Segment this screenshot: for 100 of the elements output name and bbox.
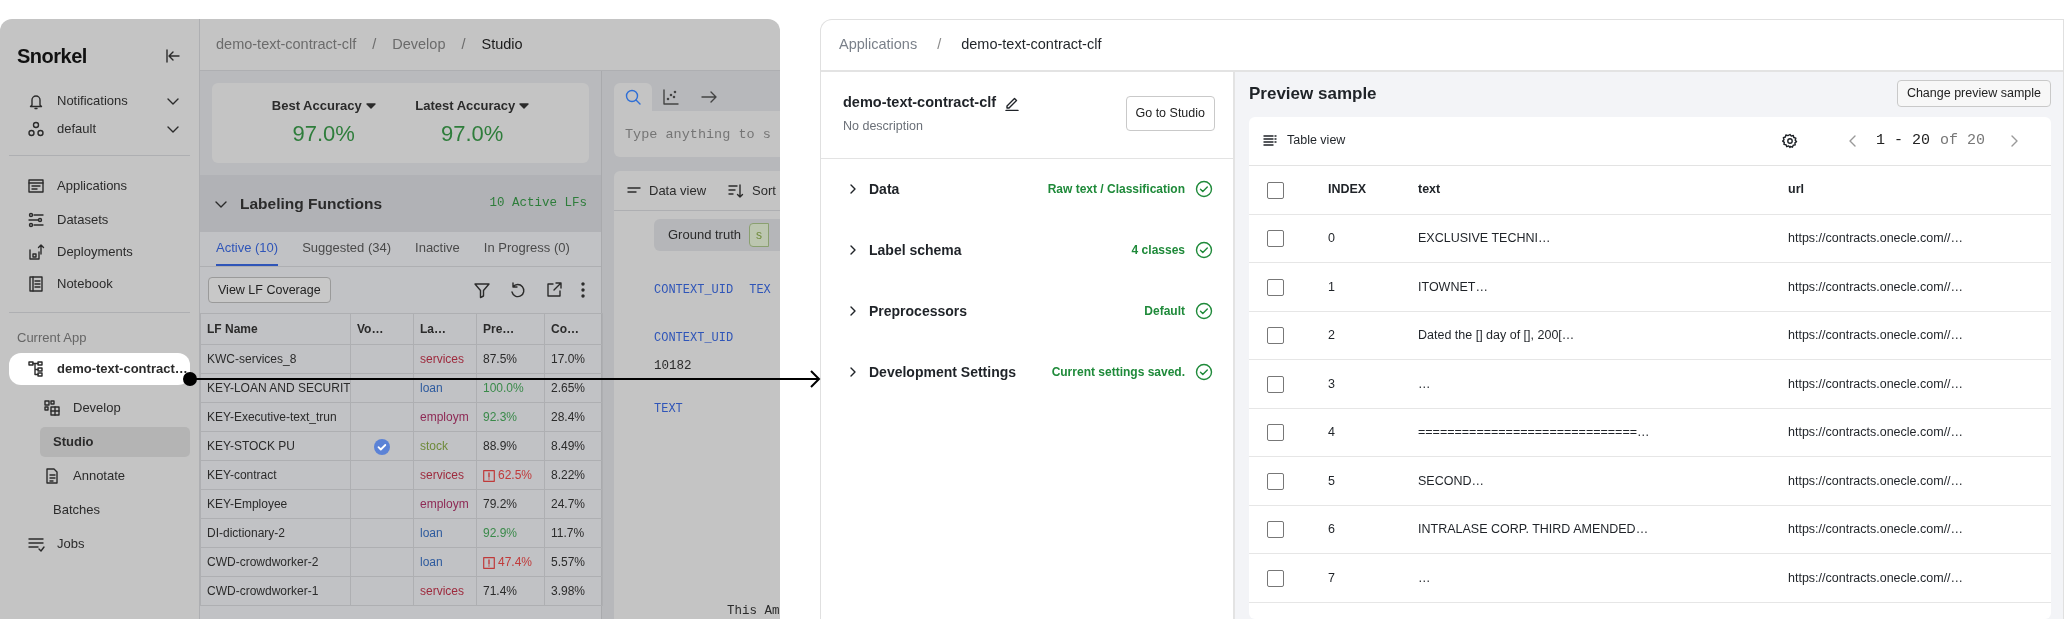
active-count: 10 Active LFs xyxy=(489,195,587,213)
table-cell: 28.4% xyxy=(544,402,603,432)
nav-item[interactable]: Notebook xyxy=(57,274,113,294)
coverage-button[interactable]: View LF Coverage xyxy=(208,276,331,304)
app-description: No description xyxy=(843,117,924,135)
notebook-icon xyxy=(27,275,45,293)
warning-icon xyxy=(483,469,495,482)
table-cell: KWC-services_8 xyxy=(200,344,351,374)
nav-item[interactable]: Applications xyxy=(57,176,128,196)
checkbox[interactable] xyxy=(1267,375,1284,393)
accordion-row[interactable]: Data Raw text / Classification xyxy=(821,158,1233,220)
checkbox[interactable] xyxy=(1267,278,1284,296)
stat-label[interactable]: Latest Accuracy xyxy=(415,95,516,116)
table-cell: ITOWNET… xyxy=(1406,262,1772,312)
nav-item[interactable]: Jobs xyxy=(57,534,85,554)
stat-label[interactable]: Best Accuracy xyxy=(271,95,362,116)
table-cell: 8.49% xyxy=(544,431,603,461)
chevron-right-icon xyxy=(2009,133,2019,148)
table-cell: EXCLUSIVE TECHNI… xyxy=(1406,214,1772,263)
table-cell: KEY-Employee xyxy=(200,489,351,519)
table-cell: … xyxy=(1406,359,1772,409)
go-to-studio-button[interactable]: Go to Studio xyxy=(1125,96,1215,132)
table-cell: 5 xyxy=(1311,456,1406,506)
table-cell: 3.98% xyxy=(544,576,603,606)
precision-value: 92.3% xyxy=(483,410,518,424)
column-header: text xyxy=(1406,165,1772,215)
tree-item[interactable]: Annotate xyxy=(73,466,126,486)
tab[interactable]: In Progress (0) xyxy=(483,232,570,266)
table-cell: CWD-crowdworker-2 xyxy=(200,547,351,577)
table-cell: 6 xyxy=(1311,505,1406,554)
accordion-row[interactable]: Development Settings Current settings saved. xyxy=(821,341,1233,403)
document-icon xyxy=(43,467,61,485)
panel-title: Labeling Functions xyxy=(240,193,383,214)
more-icon xyxy=(581,281,585,299)
table-cell: 7 xyxy=(1311,553,1406,603)
table-cell: https://contracts.onecle.com//… xyxy=(1772,359,2051,409)
circles-icon xyxy=(27,120,45,138)
bell-icon xyxy=(27,92,45,110)
label-tag: s xyxy=(749,223,769,247)
table-cell: 11.7% xyxy=(544,518,603,548)
menu-item[interactable]: Notifications xyxy=(57,91,154,111)
view-option[interactable]: Table view xyxy=(1287,131,1772,151)
checkbox[interactable] xyxy=(1267,181,1284,199)
table-cell: 17.0% xyxy=(544,344,603,374)
separator: / xyxy=(372,34,377,54)
checkbox[interactable] xyxy=(1267,472,1284,490)
section-label: Development Settings xyxy=(869,362,1018,382)
nav-item[interactable]: Datasets xyxy=(57,210,109,230)
section-label: Preprocessors xyxy=(869,301,969,321)
checkbox[interactable] xyxy=(1267,521,1284,539)
list-check-icon xyxy=(27,535,45,553)
accordion-row[interactable]: Preprocessors Default xyxy=(821,280,1233,342)
table-cell: https://contracts.onecle.com//… xyxy=(1772,214,2051,263)
column-header: INDEX xyxy=(1311,165,1406,215)
table-cell: 3 xyxy=(1311,359,1406,409)
dropdown-caret-icon xyxy=(519,102,530,109)
breadcrumb-link[interactable]: demo-text-contract-clf xyxy=(961,34,1102,56)
sort-icon xyxy=(728,182,745,199)
tab[interactable]: Active (10) xyxy=(216,232,279,266)
menu-item[interactable]: default xyxy=(57,119,154,139)
precision-value: 79.2% xyxy=(483,497,518,511)
label-tag: loan xyxy=(420,555,443,569)
tab[interactable]: Suggested (34) xyxy=(302,232,392,266)
table-cell: CWD-crowdworker-1 xyxy=(200,576,351,606)
table-cell: https://contracts.onecle.com//… xyxy=(1772,553,2051,603)
precision-value: 62.5% xyxy=(498,468,533,482)
table-cell: Dated the [] day of [], 200[… xyxy=(1406,311,1772,360)
table-cell: … xyxy=(1406,553,1772,603)
precision-value: 71.4% xyxy=(483,584,518,598)
column-header: Vo… xyxy=(350,313,414,345)
table-cell: 24.7% xyxy=(544,489,603,519)
tree-item[interactable]: Studio xyxy=(53,432,94,452)
section-status: Raw text / Classification xyxy=(1047,181,1185,198)
checkbox[interactable] xyxy=(1267,230,1284,248)
nav-item[interactable]: Deployments xyxy=(57,242,133,262)
breadcrumb-link[interactable]: Applications xyxy=(839,34,918,56)
checkbox[interactable] xyxy=(1267,327,1284,345)
column-header: LF Name xyxy=(200,313,351,345)
accordion-row[interactable]: Label schema 4 classes xyxy=(821,219,1233,281)
chip-label: Ground truth xyxy=(668,226,741,245)
change-sample-button[interactable]: Change preview sample xyxy=(1896,80,2051,107)
tab[interactable]: Inactive xyxy=(415,232,460,266)
search-field[interactable]: Type anything to s xyxy=(614,111,780,157)
warning-icon xyxy=(483,556,495,569)
precision-value: 88.9% xyxy=(483,439,518,453)
section-label: Label schema xyxy=(869,240,963,260)
checkbox[interactable] xyxy=(1267,424,1284,442)
table-cell: 2.65% xyxy=(544,373,603,403)
tree-item[interactable]: Develop xyxy=(73,398,121,418)
search-icon xyxy=(624,88,642,106)
view-option[interactable]: Data view xyxy=(649,180,707,201)
label-tag: loan xyxy=(420,381,443,395)
checkbox[interactable] xyxy=(1267,569,1284,587)
sort-option[interactable]: Sort xyxy=(752,180,776,201)
table-view-icon xyxy=(1263,133,1277,148)
table-cell: ==============================… xyxy=(1406,408,1772,457)
breadcrumb-link[interactable]: Studio xyxy=(481,33,523,56)
filter-icon xyxy=(473,281,491,299)
search-tab[interactable] xyxy=(614,83,652,111)
tree-item[interactable]: Batches xyxy=(53,500,100,520)
